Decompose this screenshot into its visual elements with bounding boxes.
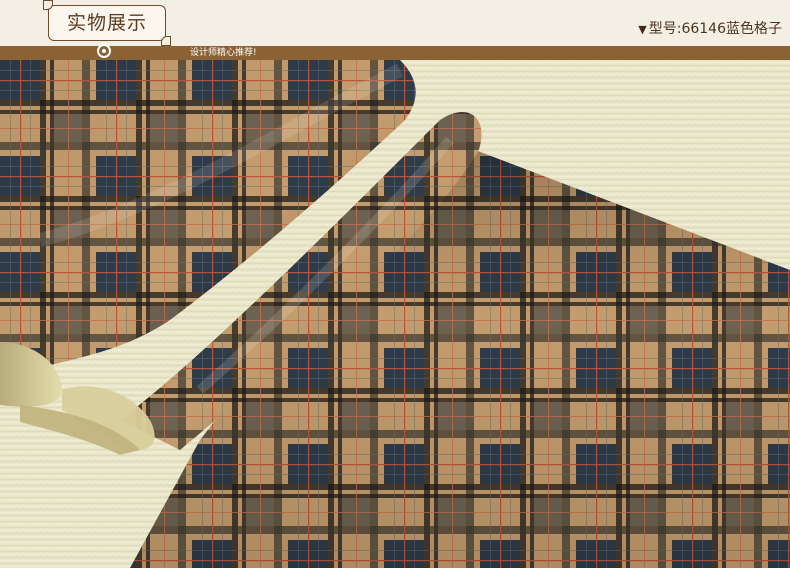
plaid-wallpaper-image: [0, 60, 790, 568]
triangle-down-icon: ▼: [638, 23, 647, 36]
section-title: 实物展示: [66, 12, 147, 34]
circle-bullet-icon: [97, 44, 111, 58]
model-label: 型号:66146蓝色格子: [648, 21, 782, 37]
model-info: ▼ 型号:66146蓝色格子: [638, 18, 782, 38]
tagline: 设计师精心推荐!: [190, 48, 257, 58]
header-area: 实物展示 ▼ 型号:66146蓝色格子: [0, 0, 790, 46]
brown-divider-bar: [0, 46, 790, 60]
product-photo: [0, 60, 790, 568]
section-title-frame: 实物展示: [43, 0, 171, 46]
